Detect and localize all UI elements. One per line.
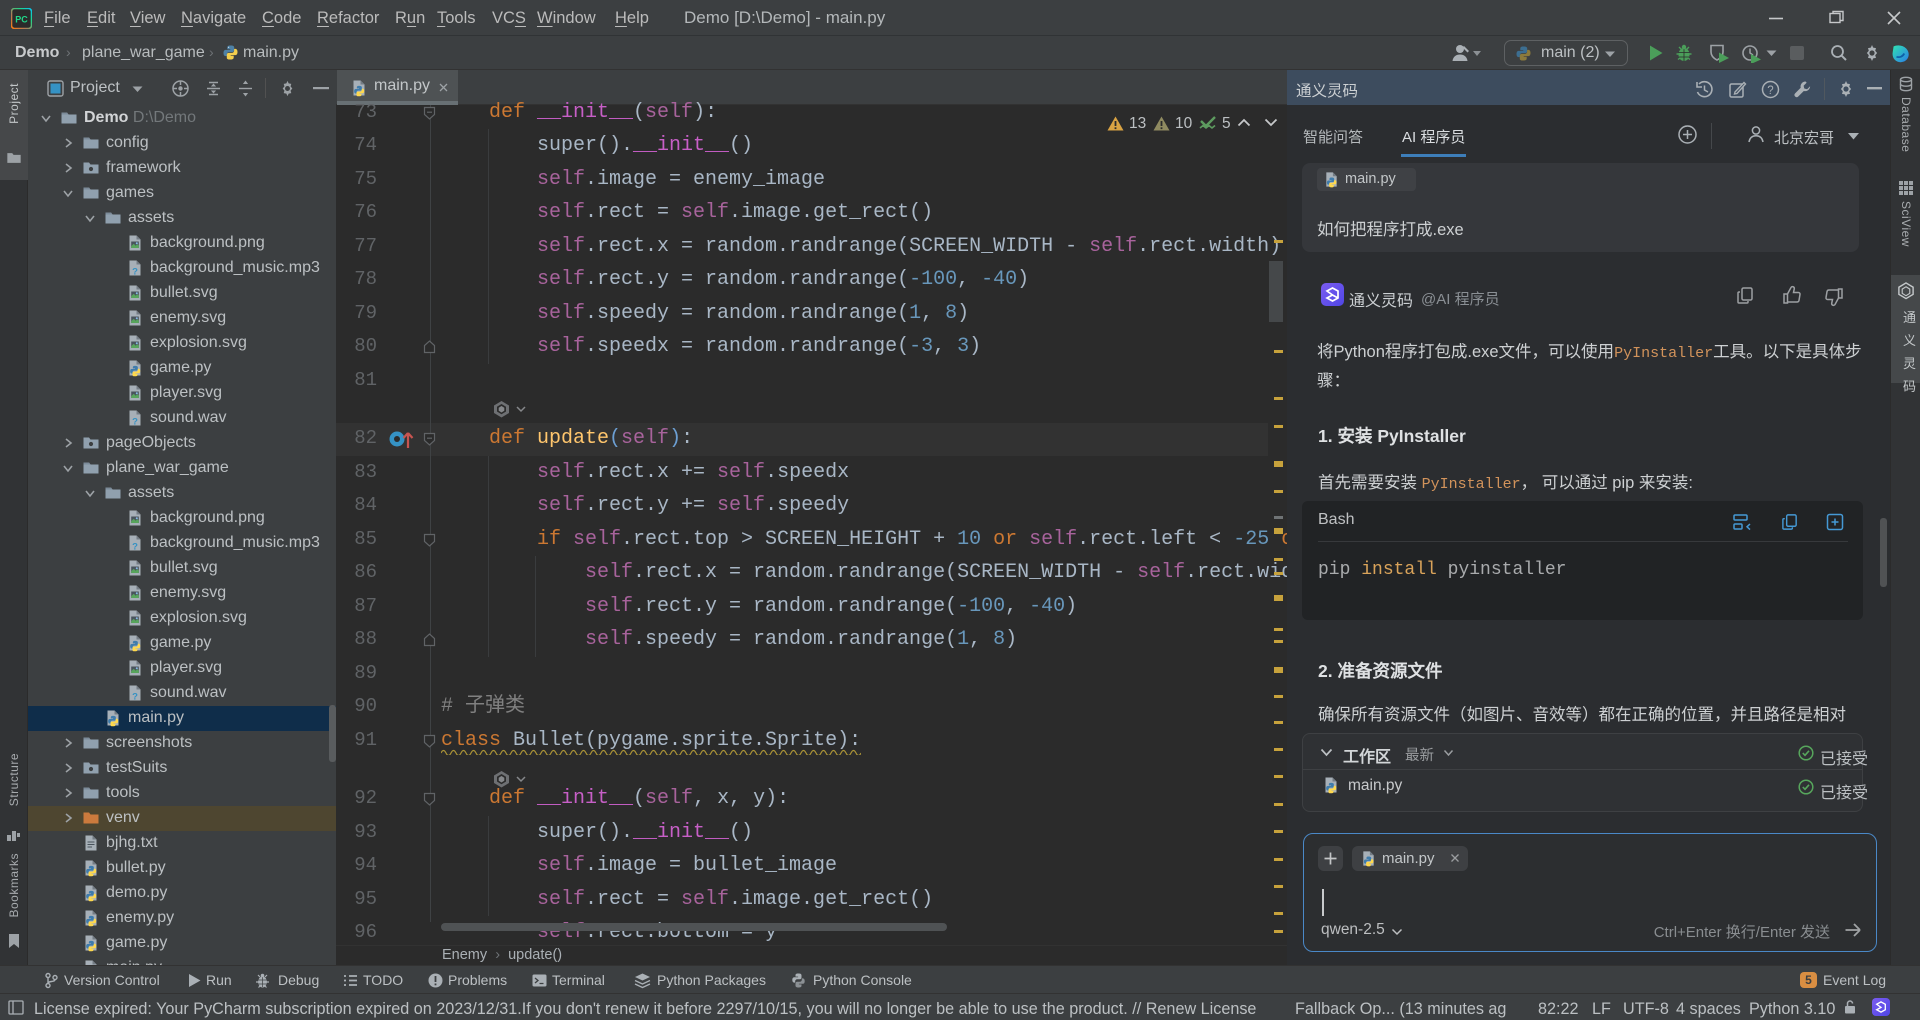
svg-text:PC: PC bbox=[15, 15, 28, 25]
svg-text:?: ? bbox=[1767, 85, 1773, 97]
